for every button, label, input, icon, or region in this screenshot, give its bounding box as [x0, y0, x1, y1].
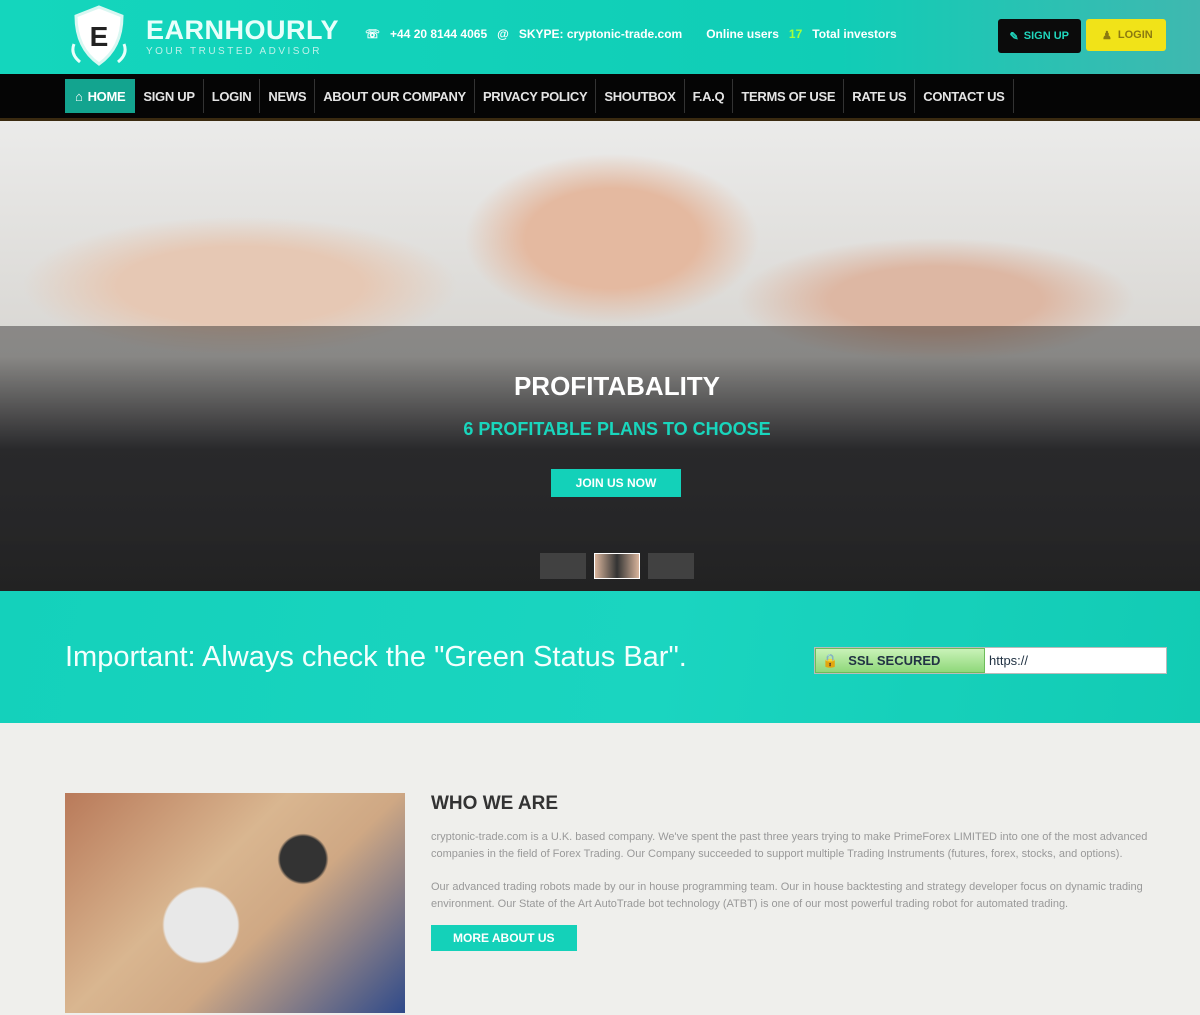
nav-shoutbox[interactable]: SHOUTBOX [596, 79, 685, 113]
signup-button[interactable]: ✎ SIGN UP [997, 19, 1081, 53]
phone-number: +44 20 8144 4065 [390, 27, 488, 41]
slider-thumbnails [540, 553, 694, 579]
about-paragraph-1: cryptonic-trade.com is a U.K. based comp… [431, 831, 1148, 860]
ssl-status-bar: 🔒 SSL SECURED https:// [814, 647, 1167, 674]
nav-faq[interactable]: F.A.Q [685, 79, 734, 113]
about-paragraph-2: Our advanced trading robots made by our … [431, 881, 1143, 910]
ssl-url: https:// [989, 653, 1029, 668]
skype-id: SKYPE: cryptonic-trade.com [518, 27, 683, 41]
phone-icon: ☏ [365, 27, 381, 41]
nav-label: HOME [87, 88, 126, 104]
user-icon: ♟ [1102, 29, 1112, 42]
login-label: LOGIN [1117, 29, 1153, 41]
nav-terms[interactable]: TERMS OF USE [733, 79, 845, 113]
about-section: WHO WE ARE cryptonic-trade.com is a U.K.… [0, 723, 1200, 1013]
shield-logo-icon: E [66, 4, 132, 68]
skype-icon: @ [497, 27, 509, 41]
notice-text: Important: Always check the "Green Statu… [65, 641, 687, 673]
ssl-label: SSL SECURED [848, 653, 941, 668]
nav-home[interactable]: ⌂ HOME [65, 79, 136, 113]
nav-privacy[interactable]: PRIVACY POLICY [475, 79, 597, 113]
online-users-count: 17 [788, 27, 803, 41]
home-icon: ⌂ [75, 88, 83, 104]
header: E EARNHOURLY YOUR TRUSTED ADVISOR ☏ +44 … [0, 0, 1200, 74]
svg-text:E: E [90, 21, 109, 52]
main-nav: ⌂ HOME SIGN UP LOGIN NEWS ABOUT OUR COMPA… [0, 74, 1200, 121]
brand-tagline: YOUR TRUSTED ADVISOR [146, 45, 322, 57]
join-button[interactable]: JOIN US NOW [551, 469, 681, 497]
nav-about[interactable]: ABOUT OUR COMPANY [315, 79, 475, 113]
about-title: WHO WE ARE [431, 793, 559, 814]
logo[interactable]: E EARNHOURLY YOUR TRUSTED ADVISOR [66, 4, 339, 68]
nav-news[interactable]: NEWS [260, 79, 316, 113]
hero-subtitle: 6 PROFITABLE PLANS TO CHOOSE [463, 419, 771, 439]
signup-label: SIGN UP [1023, 30, 1069, 42]
clipboard-icon: ✎ [1009, 30, 1019, 43]
hero-slider: PROFITABALITY 6 PROFITABLE PLANS TO CHOO… [0, 121, 1200, 591]
online-users-label: Online users [706, 27, 779, 41]
office-image [65, 793, 405, 1013]
total-investors-label: Total investors [812, 27, 897, 41]
nav-contact[interactable]: CONTACT US [915, 79, 1014, 113]
nav-signup[interactable]: SIGN UP [135, 79, 204, 113]
slide-thumb-2[interactable] [594, 553, 640, 579]
slide-thumb-1[interactable] [540, 553, 586, 579]
hero-title: PROFITABALITY [513, 371, 721, 401]
brand-name: EARNHOURLY [146, 14, 340, 45]
login-button[interactable]: ♟ LOGIN [1086, 19, 1166, 51]
nav-rate[interactable]: RATE US [844, 79, 916, 113]
lock-icon: 🔒 [822, 652, 839, 668]
more-about-button[interactable]: MORE ABOUT US [431, 925, 577, 951]
nav-login[interactable]: LOGIN [204, 79, 261, 113]
slide-thumb-3[interactable] [648, 553, 694, 579]
